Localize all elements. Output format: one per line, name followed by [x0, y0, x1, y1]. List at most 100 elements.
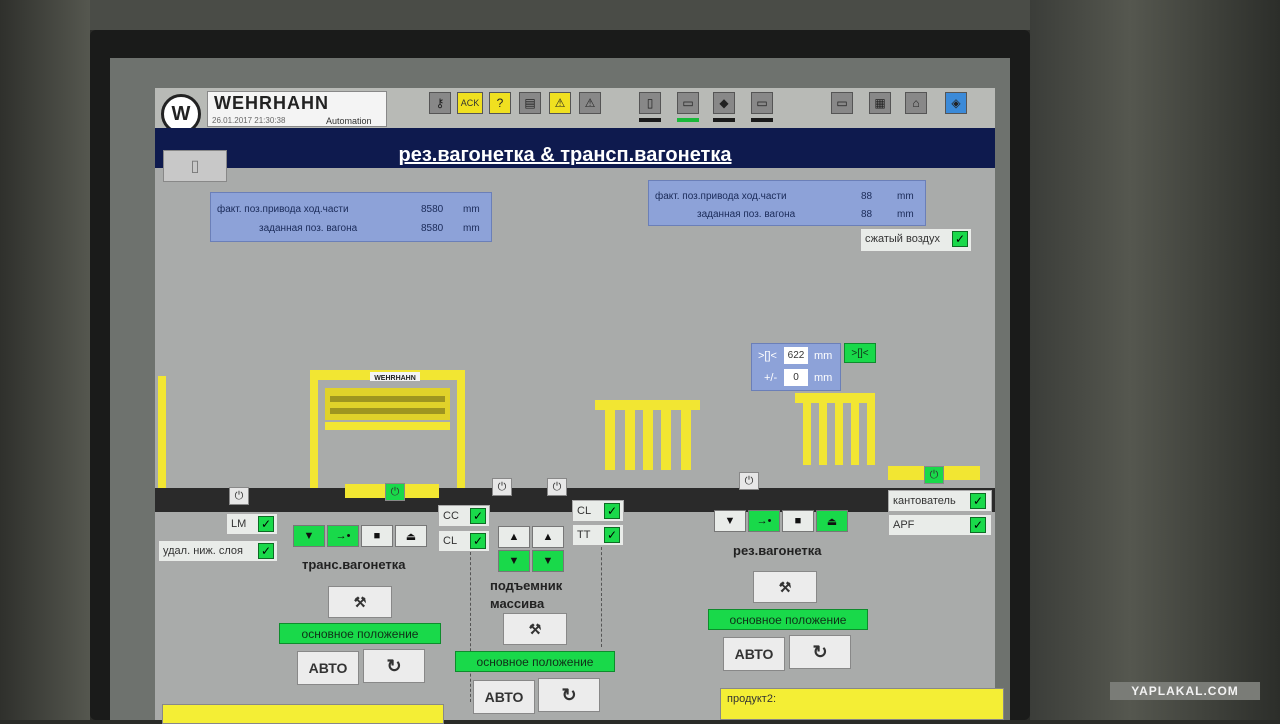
- tilter-label: кантователь: [893, 495, 956, 507]
- cutting-car-title: рез.вагонетка: [733, 543, 822, 558]
- ack-button[interactable]: ACK: [457, 92, 483, 114]
- target-car-position-unit: mm: [463, 223, 480, 234]
- target-car-position-value: 88: [861, 209, 873, 220]
- cutting-stop-button[interactable]: ■: [782, 510, 814, 532]
- target-car-position-label: заданная поз. вагона: [697, 209, 796, 220]
- lift-up-button[interactable]: ▲: [498, 526, 530, 548]
- cutting-eject-button[interactable]: ⏏: [816, 510, 848, 532]
- cutting-home-position-button[interactable]: основное положение: [708, 609, 868, 630]
- print-icon[interactable]: ▤: [519, 92, 541, 114]
- lift-down-step-button[interactable]: ▼: [532, 550, 564, 572]
- datetime: 26.01.2017 21:30:38: [212, 116, 286, 125]
- home-position-button[interactable]: основное положение: [279, 623, 441, 644]
- target-car-position-label: заданная поз. вагона: [259, 223, 358, 234]
- position-info-right: факт. поз.привода ход.части 88 mm заданн…: [648, 180, 926, 226]
- watermark: YAPLAKAL.COM: [1110, 682, 1260, 700]
- move-to-position-button[interactable]: →•: [327, 525, 359, 547]
- warning-icon[interactable]: ⚠: [549, 92, 571, 114]
- page-title: рез.вагонетка & трансп.вагонетка: [398, 144, 732, 166]
- remove-lower-layer-label: удал. ниж. слоя: [163, 545, 244, 557]
- eject-button[interactable]: ⏏: [395, 525, 427, 547]
- reset-icon[interactable]: ↻: [363, 649, 425, 683]
- lifter-cl-label: CL: [577, 505, 592, 517]
- lifter-tools-button[interactable]: ⚒: [503, 613, 567, 645]
- stop-button[interactable]: ■: [361, 525, 393, 547]
- power-icon[interactable]: ⏻: [492, 478, 512, 496]
- apf-check-icon: ✓: [970, 517, 986, 533]
- cc-label: CC: [443, 510, 459, 522]
- actual-drive-position-value: 88: [861, 191, 873, 202]
- cc-check-icon: ✓: [470, 508, 486, 524]
- actual-drive-position-label: факт. поз.привода ход.части: [217, 204, 349, 215]
- power-icon[interactable]: ⏻: [924, 466, 944, 484]
- lifter-auto-button[interactable]: АВТО: [473, 680, 535, 714]
- position-info-left: факт. поз.привода ход.части 8580 mm зада…: [210, 192, 492, 242]
- lifter-home-position-button[interactable]: основное положение: [455, 651, 615, 672]
- left-post: [158, 376, 166, 488]
- transport-car-title: транс.вагонетка: [302, 557, 406, 572]
- lifter-title-line2: массива: [490, 596, 545, 611]
- product-pane: продукт2:: [720, 688, 1004, 720]
- manual-tools-button[interactable]: ⚒: [328, 586, 392, 618]
- power-icon[interactable]: ⏻: [229, 487, 249, 505]
- cl-check-icon: ✓: [470, 533, 486, 549]
- product-label: продукт2:: [727, 693, 777, 705]
- brand-sub: Automation: [326, 116, 372, 126]
- lifter-cl-check-icon: ✓: [604, 503, 620, 519]
- target-car-position-value: 8580: [421, 223, 444, 234]
- move-down-button[interactable]: ▼: [293, 525, 325, 547]
- monitor-tab-indicator: [751, 118, 773, 122]
- lifter-graphic: [595, 400, 700, 470]
- transport-car-controls: ▼ →• ■ ⏏: [293, 525, 427, 547]
- help-icon[interactable]: ?: [489, 92, 511, 114]
- machine-graphic: WEHRHAHN: [158, 370, 875, 488]
- brand-name: WEHRHAHN: [214, 93, 329, 113]
- tools-icon[interactable]: ◆: [713, 92, 735, 114]
- machine-brand-label: WEHRHAHN: [374, 375, 416, 382]
- key-icon[interactable]: ⚷: [429, 92, 451, 114]
- page-document-button[interactable]: ▯: [163, 150, 227, 182]
- cl-label: CL: [443, 535, 458, 547]
- power-icon[interactable]: ⏻: [739, 472, 759, 490]
- alarm-icon[interactable]: ⚠: [579, 92, 601, 114]
- cutting-car-graphic: [795, 393, 875, 465]
- conveyor-tab-indicator-active: [677, 118, 699, 122]
- tools-tab-indicator: [713, 118, 735, 122]
- screen-icon[interactable]: ▭: [831, 92, 853, 114]
- top-toolbar: W WEHRHAHN 26.01.2017 21:30:38 Automatio…: [155, 88, 995, 134]
- apf-label: APF: [893, 519, 915, 531]
- brand-box: WEHRHAHN 26.01.2017 21:30:38 Automation: [207, 91, 387, 127]
- document-icon[interactable]: ▯: [639, 92, 661, 114]
- cutting-tools-button[interactable]: ⚒: [753, 571, 817, 603]
- lifter-reset-icon[interactable]: ↻: [538, 678, 600, 712]
- actual-drive-position-unit: mm: [897, 191, 914, 202]
- auto-button[interactable]: АВТО: [297, 651, 359, 685]
- compressed-air-label: сжатый воздух: [865, 233, 940, 245]
- monitor-icon[interactable]: ▭: [751, 92, 773, 114]
- robot-icon[interactable]: ⌂: [905, 92, 927, 114]
- divider: [601, 547, 602, 647]
- conveyor-icon[interactable]: ▭: [677, 92, 699, 114]
- lifter-controls-right: ▲ ▼: [532, 526, 564, 572]
- actual-drive-position-value: 8580: [421, 204, 444, 215]
- cutting-reset-icon[interactable]: ↻: [789, 635, 851, 669]
- cutting-auto-button[interactable]: АВТО: [723, 637, 785, 671]
- power-icon[interactable]: ⏻: [547, 478, 567, 496]
- cube-icon[interactable]: ◈: [945, 92, 967, 114]
- cutting-move-to-position-button[interactable]: →•: [748, 510, 780, 532]
- lift-down-button[interactable]: ▼: [498, 550, 530, 572]
- cutting-car-controls: ▼ →• ■ ⏏: [714, 510, 848, 532]
- compressed-air-check-icon: ✓: [952, 231, 968, 247]
- stats-icon[interactable]: ▦: [869, 92, 891, 114]
- room-wall-left: [0, 0, 90, 720]
- target-car-position-unit: mm: [897, 209, 914, 220]
- lift-up-step-button[interactable]: ▲: [532, 526, 564, 548]
- document-tab-indicator: [639, 118, 661, 122]
- tt-check-icon: ✓: [604, 527, 620, 543]
- tilter-check-icon: ✓: [970, 493, 986, 509]
- lifter-controls-left: ▲ ▼: [498, 526, 530, 572]
- left-product-pane: [162, 704, 444, 724]
- transport-car-graphic: WEHRHAHN: [310, 370, 465, 488]
- cutting-move-down-button[interactable]: ▼: [714, 510, 746, 532]
- power-icon[interactable]: ⏻: [385, 483, 405, 501]
